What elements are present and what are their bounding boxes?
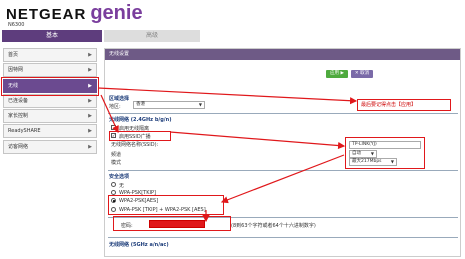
password-hint: (8到63个字符或者64个十六进制数字) xyxy=(231,223,316,229)
wireless-highlight-box xyxy=(1,77,99,96)
region-select[interactable]: 香港 ▼ xyxy=(133,101,205,109)
brand-name: NETGEAR xyxy=(6,6,87,23)
sidebar-item-internet[interactable]: 因特网 ▶ xyxy=(3,63,97,78)
chevron-down-icon: ▼ xyxy=(198,102,202,107)
sidebar: 首页 ▶ 因特网 ▶ 无线 ▶ 已连设备 ▶ 家长控制 ▶ ReadySHARE ▶ 访客网… xyxy=(3,48,97,155)
ssid-settings-highlight-box xyxy=(345,137,425,169)
tab-basic[interactable]: 基本 xyxy=(2,30,102,42)
chevron-right-icon: ▶ xyxy=(88,113,92,120)
chevron-right-icon: ▶ xyxy=(88,97,92,104)
brand-product: genie xyxy=(90,2,143,24)
divider xyxy=(108,170,458,171)
apply-reminder-note: 最后要记得点击【应用】 xyxy=(357,99,451,111)
sidebar-item-parental-controls[interactable]: 家长控制 ▶ xyxy=(3,109,97,124)
divider xyxy=(108,113,458,114)
model-number: N6300 xyxy=(8,22,25,28)
tab-advanced[interactable]: 高级 xyxy=(104,30,200,42)
sidebar-item-home[interactable]: 首页 ▶ xyxy=(3,48,97,62)
security-none-radio[interactable] xyxy=(111,182,116,187)
netgear-genie-logo: NETGEAR genie xyxy=(6,3,143,23)
divider xyxy=(108,237,458,238)
broadcast-highlight-box xyxy=(109,131,171,141)
chevron-right-icon: ▶ xyxy=(88,52,92,58)
apply-button[interactable]: 应用 ▶ xyxy=(326,70,348,78)
wireless-isolation-checkbox[interactable] xyxy=(111,125,116,130)
sidebar-item-label: 已连设备 xyxy=(8,97,29,104)
mode-label: 模式 xyxy=(111,160,122,166)
sidebar-item-label: 访客网络 xyxy=(8,143,29,150)
main-panel: 无线设置 应用 ▶ ✕ 取消 最后要记得点击【应用】 区域选择 地区: 香港 ▼ … xyxy=(104,48,461,257)
sidebar-item-label: ReadySHARE xyxy=(8,128,41,135)
cancel-button[interactable]: ✕ 取消 xyxy=(351,70,373,78)
region-section-title: 区域选择 xyxy=(109,96,130,102)
band-24-section-title: 无线网络 (2.4GHz b/g/n) xyxy=(109,117,172,123)
security-option-label: 无 xyxy=(119,183,125,189)
sidebar-item-label: 首页 xyxy=(8,52,19,58)
sidebar-item-label: 因特网 xyxy=(8,67,24,74)
security-section-title: 安全选项 xyxy=(109,174,130,180)
password-highlight-box xyxy=(113,216,231,231)
band-5-section-title: 无线网络 (5GHz a/n/ac) xyxy=(109,242,169,248)
channel-label: 频道 xyxy=(111,152,122,158)
sidebar-item-label: 家长控制 xyxy=(8,113,29,120)
security-highlight-box xyxy=(108,195,224,215)
chevron-right-icon: ▶ xyxy=(88,67,92,74)
sidebar-item-readyshare[interactable]: ReadySHARE ▶ xyxy=(3,124,97,139)
sidebar-item-guest-network[interactable]: 访客网络 ▶ xyxy=(3,139,97,154)
top-tabs: 基本 高级 xyxy=(0,30,465,42)
panel-title: 无线设置 xyxy=(105,49,460,60)
region-value: 香港 xyxy=(136,102,145,107)
ssid-label: 无线网络名称(SSID): xyxy=(111,142,159,148)
chevron-right-icon: ▶ xyxy=(88,128,92,135)
region-label: 地区: xyxy=(109,104,121,110)
chevron-right-icon: ▶ xyxy=(88,143,92,150)
